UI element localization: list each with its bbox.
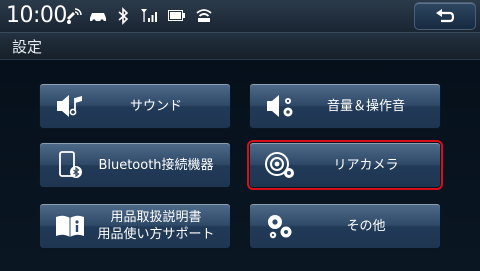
gears-icon <box>268 215 292 239</box>
manual-support-button[interactable]: 用品取扱説明書 用品使い方サポート <box>40 204 230 248</box>
speaker-gear-icon <box>267 95 293 117</box>
car-icon <box>90 13 106 23</box>
menu-item-label: 音量＆操作音 <box>326 98 405 114</box>
camera-gear-icon <box>265 152 294 178</box>
other-button[interactable]: その他 <box>250 204 440 248</box>
status-bar: 10:00 <box>0 0 480 33</box>
cell-signal-icon <box>141 9 157 22</box>
clock: 10:00 <box>6 3 67 28</box>
sound-button[interactable]: サウンド <box>40 84 230 128</box>
menu-item-label: Bluetooth接続機器 <box>98 157 214 173</box>
title-bar: 設定 <box>0 33 480 60</box>
manual-book-icon <box>56 215 84 237</box>
wifi-icon <box>196 9 212 22</box>
menu-item-label: その他 <box>346 218 386 234</box>
speaker-music-icon <box>57 95 82 117</box>
back-button[interactable] <box>414 2 476 30</box>
menu-item-label: リアカメラ <box>333 157 399 173</box>
menu-item-label-line1: 用品取扱説明書 <box>110 210 202 225</box>
rear-camera-button[interactable]: リアカメラ <box>250 143 440 187</box>
gps-signal-icon <box>67 8 82 24</box>
menu-item-label: サウンド <box>129 98 182 114</box>
menu-item-label: 用品取扱説明書 用品使い方サポート <box>90 204 222 248</box>
battery-icon <box>168 10 185 21</box>
bluetooth-devices-button[interactable]: Bluetooth接続機器 <box>40 143 230 187</box>
page-title: 設定 <box>12 38 43 56</box>
phone-bluetooth-icon <box>59 151 82 178</box>
bluetooth-icon <box>118 7 129 25</box>
settings-screen: 10:00 設定 サウンド 音量＆操作音 Bluetooth接続機器 リアカメラ… <box>0 0 480 271</box>
volume-button[interactable]: 音量＆操作音 <box>250 84 440 128</box>
return-arrow-icon <box>436 9 455 23</box>
menu-item-label-line2: 用品使い方サポート <box>97 227 215 242</box>
